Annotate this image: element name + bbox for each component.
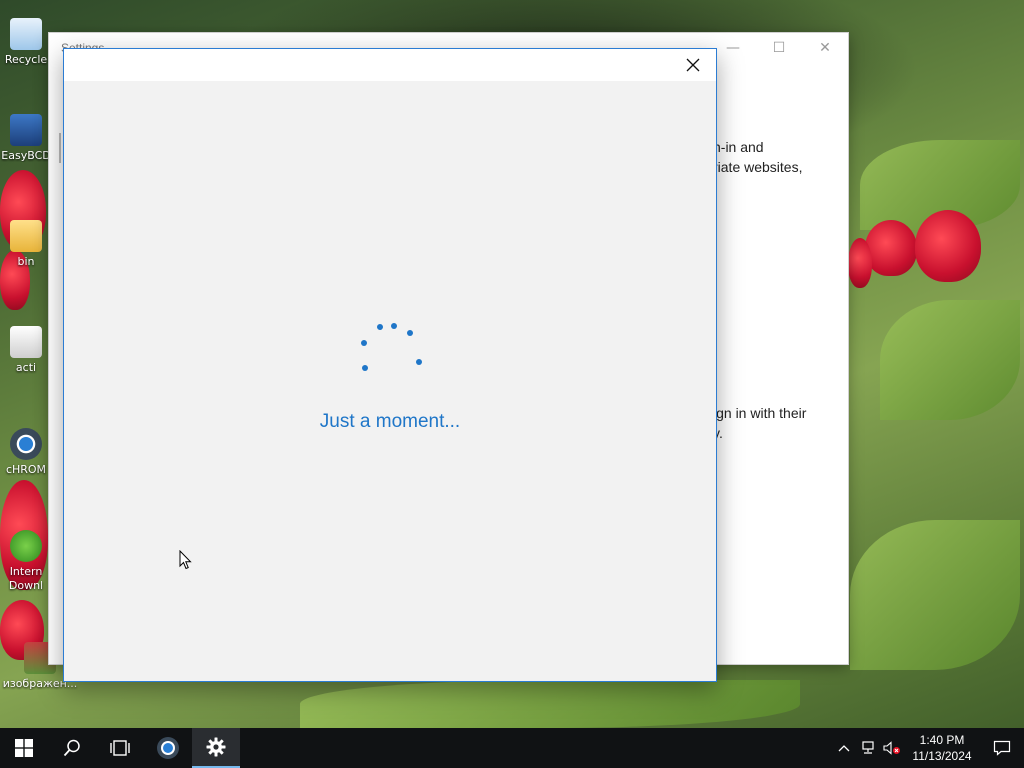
spinner-dot	[377, 324, 383, 330]
browser-icon	[157, 737, 179, 759]
desktop-icon-internet-download-manager[interactable]: Intern Downl	[0, 530, 52, 593]
task-view-icon	[110, 740, 130, 756]
taskbar-app-browser[interactable]	[144, 728, 192, 768]
desktop-icon-label: cHROM	[5, 463, 47, 476]
clock-date: 11/13/2024	[912, 749, 972, 763]
desktop-icon-activator[interactable]: acti	[0, 326, 52, 374]
wallpaper-leaves	[300, 680, 800, 728]
spinner-dot	[361, 340, 367, 346]
show-hidden-icons-button[interactable]	[832, 728, 856, 768]
mouse-cursor-icon	[179, 550, 192, 570]
desktop-icon-chrome[interactable]: cHROM	[0, 428, 52, 476]
desktop-icon-recycle-bin[interactable]: Recycle	[0, 18, 52, 66]
recycle-bin-icon	[10, 18, 42, 50]
desktop-icon-easybcd[interactable]: EasyBCD	[0, 114, 52, 162]
loading-dialog: Just a moment...	[63, 48, 717, 682]
gear-icon	[206, 737, 226, 757]
settings-text: ign in with their	[713, 405, 807, 421]
desktop-icon-label: EasyBCD	[1, 149, 51, 162]
desktop-icon-label: bin	[17, 255, 35, 268]
taskbar-clock[interactable]: 1:40 PM 11/13/2024	[904, 732, 980, 764]
notification-icon	[993, 740, 1011, 756]
wallpaper-tulip	[865, 220, 917, 276]
taskbar: 1:40 PM 11/13/2024	[0, 728, 1024, 768]
dialog-titlebar	[64, 49, 716, 81]
dialog-close-button[interactable]	[670, 49, 716, 81]
volume-muted-icon	[883, 741, 900, 755]
close-icon	[686, 58, 700, 72]
settings-text: n-in and	[713, 139, 764, 155]
download-manager-icon	[10, 530, 42, 562]
system-tray: 1:40 PM 11/13/2024	[832, 728, 1024, 768]
spinner-dot	[416, 359, 422, 365]
desktop-icon-bin-folder[interactable]: bin	[0, 220, 52, 268]
monitor-icon	[10, 114, 42, 146]
folder-icon	[10, 220, 42, 252]
desktop-icon-label: Intern Downl	[8, 565, 44, 592]
maximize-button[interactable]: ☐	[756, 33, 802, 63]
windows-logo-icon	[15, 739, 33, 757]
chevron-up-icon	[838, 745, 850, 752]
close-button[interactable]: ✕	[802, 33, 848, 63]
wallpaper-tulip	[848, 238, 872, 288]
wallpaper-leaves	[850, 520, 1020, 670]
start-button[interactable]	[0, 728, 48, 768]
clock-time: 1:40 PM	[919, 733, 965, 747]
network-button[interactable]	[856, 728, 880, 768]
spinner-dot	[391, 323, 397, 329]
network-icon	[862, 741, 874, 754]
gear-file-icon	[10, 326, 42, 358]
desktop-icon-label: acti	[15, 361, 37, 374]
action-center-button[interactable]	[980, 728, 1024, 768]
volume-button[interactable]	[880, 728, 904, 768]
loading-spinner	[356, 321, 426, 377]
loading-message: Just a moment...	[319, 411, 461, 432]
wallpaper-tulip	[915, 210, 981, 282]
settings-text: riate websites,	[713, 159, 803, 175]
search-button[interactable]	[48, 728, 96, 768]
spinner-dot	[407, 330, 413, 336]
window-controls: — ☐ ✕	[710, 33, 848, 63]
task-view-button[interactable]	[96, 728, 144, 768]
wallpaper-leaves	[880, 300, 1020, 420]
taskbar-app-settings[interactable]	[192, 728, 240, 768]
spinner-dot	[362, 365, 368, 371]
browser-icon	[10, 428, 42, 460]
desktop-icon-label: Recycle	[4, 53, 48, 66]
search-icon	[63, 739, 80, 757]
